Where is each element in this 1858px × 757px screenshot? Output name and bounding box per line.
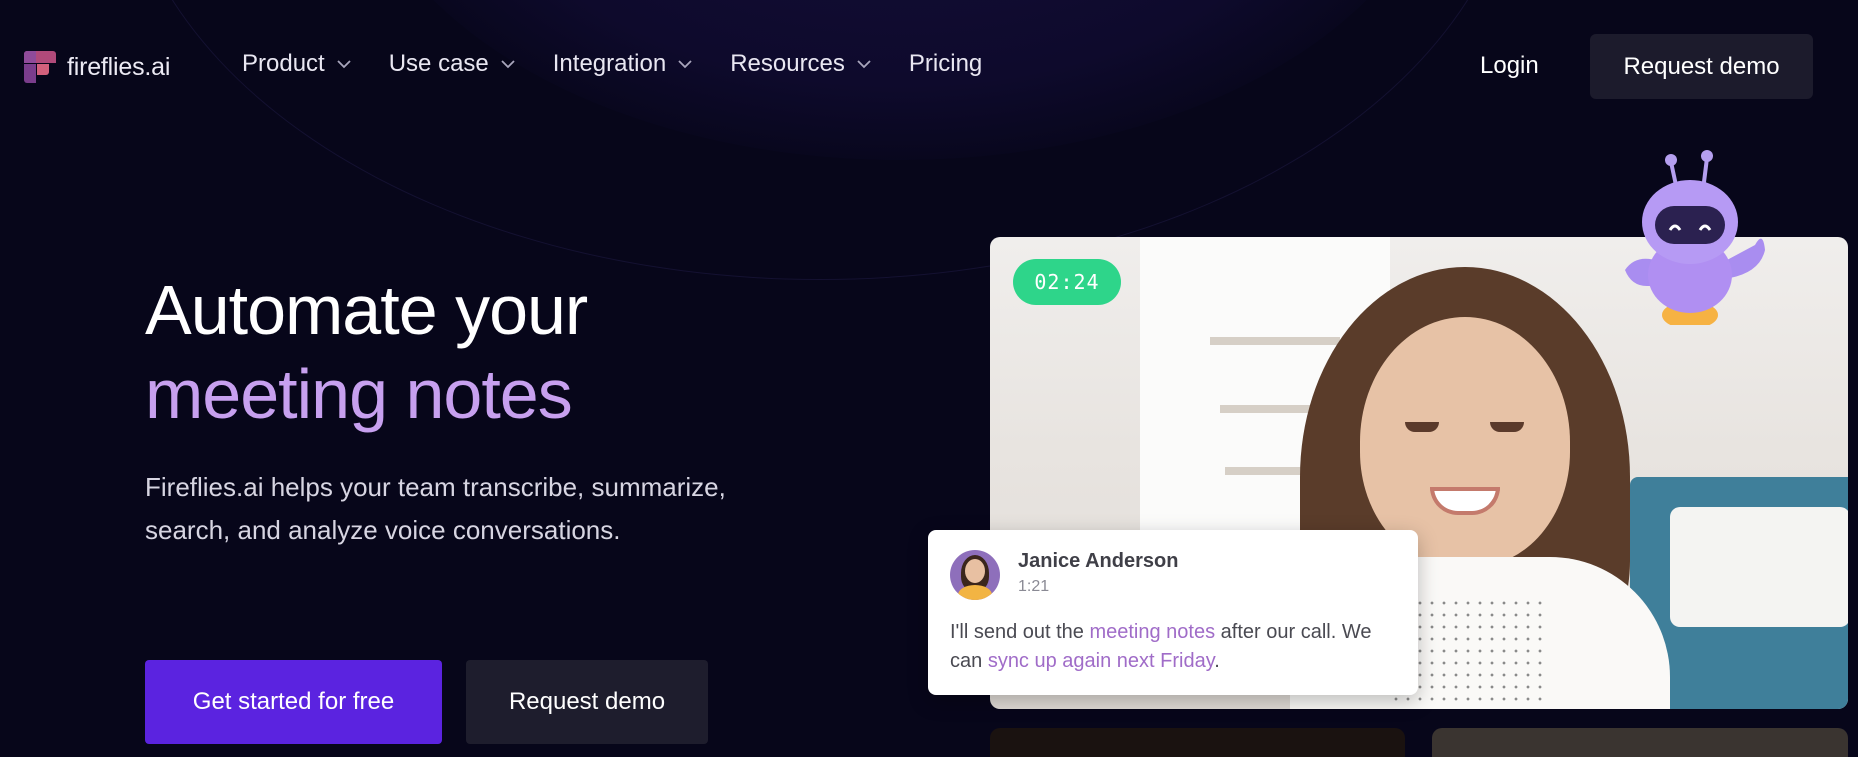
brand-name: fireflies.ai [67, 52, 171, 81]
nav-item-label: Use case [388, 50, 489, 77]
chevron-down-icon [337, 60, 351, 69]
transcript-highlight: sync up again next Friday [987, 650, 1215, 672]
nav-item-label: Resources [730, 50, 845, 77]
person-eye [1490, 422, 1524, 432]
transcript-highlight: meeting notes [1089, 621, 1216, 643]
transcript-card: Janice Anderson 1:21 I'll send out the m… [928, 530, 1418, 695]
transcript-text: I'll send out the meeting notes after ou… [950, 618, 1400, 676]
nav-menu: Product Use case Integration Resources P… [242, 50, 1018, 78]
get-started-button[interactable]: Get started for free [145, 660, 442, 744]
nav-item-label: Pricing [908, 50, 983, 77]
chevron-down-icon [678, 60, 692, 69]
video-thumbnail [990, 728, 1405, 757]
request-demo-button[interactable]: Request demo [1590, 34, 1813, 99]
brand-logo[interactable]: fireflies.ai [24, 51, 170, 83]
nav-item-product[interactable]: Product [242, 50, 353, 78]
top-navigation: fireflies.ai Product Use case Integratio… [0, 0, 1858, 134]
robot-mascot-icon [1625, 150, 1765, 325]
hero-title-line2: meeting notes [145, 355, 573, 433]
speaker-timestamp: 1:21 [1018, 578, 1050, 595]
login-link[interactable]: Login [1480, 52, 1539, 80]
pillow [1670, 507, 1848, 627]
transcript-text-part: . [1214, 650, 1220, 672]
chevron-down-icon [857, 60, 871, 69]
wall-shelf [1210, 337, 1340, 345]
nav-item-pricing[interactable]: Pricing [909, 50, 982, 78]
hero-title: Automate your meeting notes [145, 268, 588, 436]
nav-item-resources[interactable]: Resources [730, 50, 873, 78]
nav-item-label: Integration [552, 50, 667, 77]
speaker-name: Janice Anderson [1018, 550, 1179, 572]
video-thumbnail [1432, 728, 1848, 757]
transcript-text-part: I'll send out the [950, 621, 1090, 643]
hero-title-line1: Automate your [145, 271, 588, 349]
hero-request-demo-button[interactable]: Request demo [466, 660, 708, 744]
nav-item-use-case[interactable]: Use case [389, 50, 517, 78]
nav-item-label: Product [242, 50, 325, 77]
person-eye [1405, 422, 1439, 432]
chevron-down-icon [501, 60, 515, 69]
nav-item-integration[interactable]: Integration [553, 50, 694, 78]
call-timer-badge: 02:24 [1013, 259, 1121, 305]
fireflies-logo-icon [24, 51, 56, 83]
avatar [950, 550, 1000, 600]
hero-subtitle: Fireflies.ai helps your team transcribe,… [145, 472, 726, 545]
